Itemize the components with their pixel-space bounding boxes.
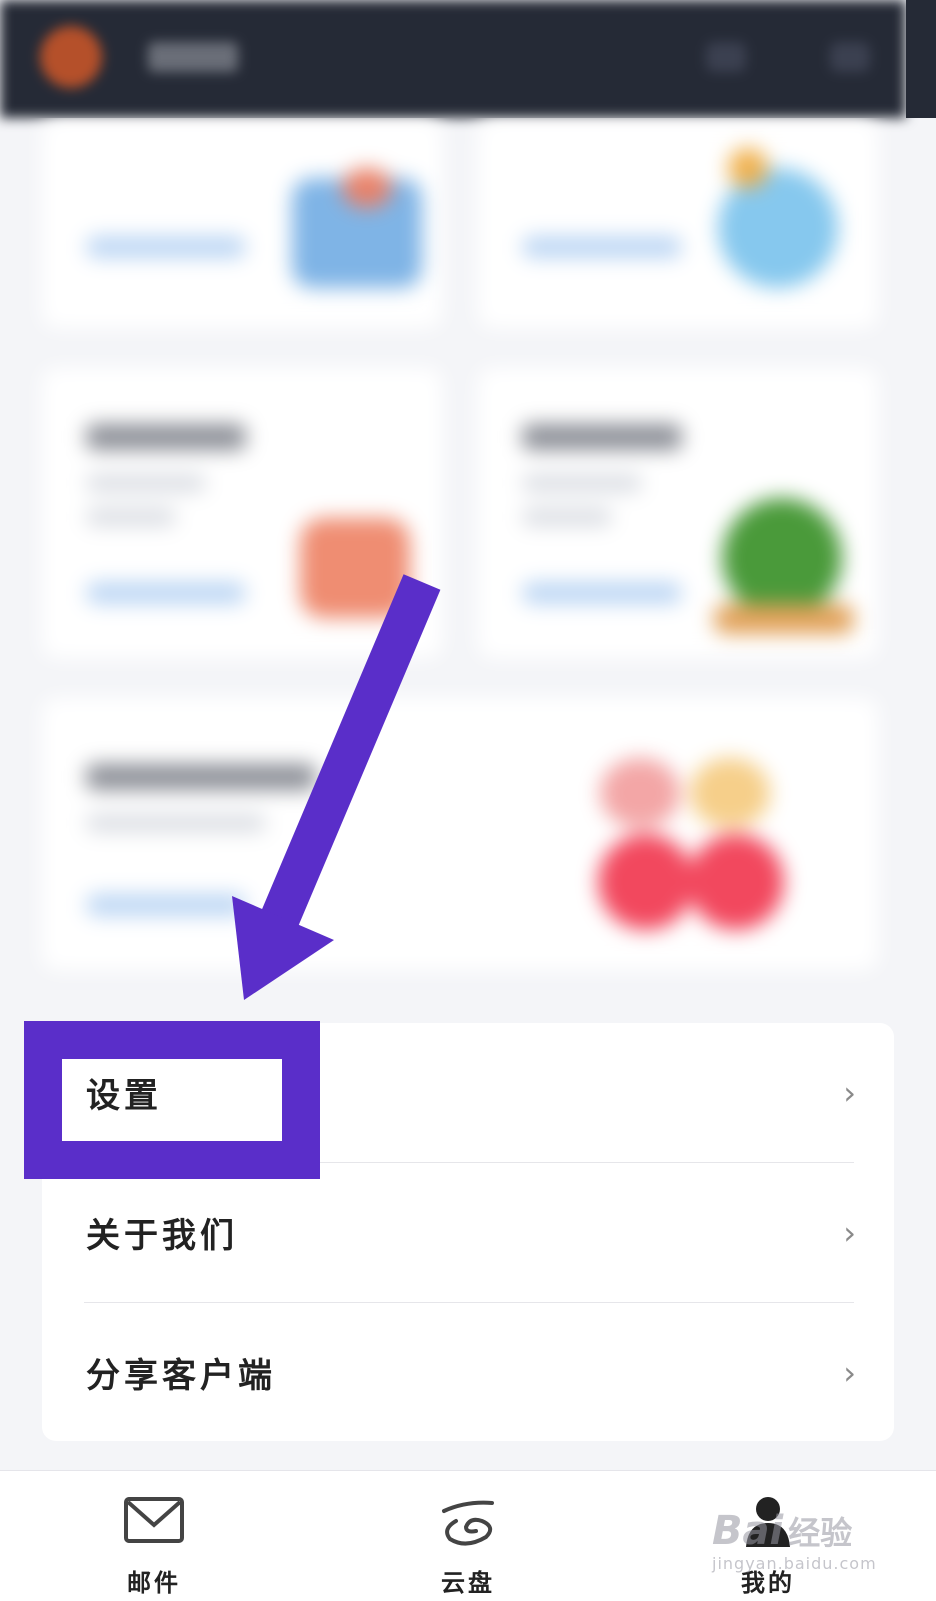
mail-icon: [124, 1497, 184, 1543]
cloud-drive-icon: [442, 1500, 494, 1546]
nav-cloud-drive[interactable]: 云盘: [388, 1471, 548, 1601]
nav-mail[interactable]: 邮件: [74, 1471, 234, 1601]
nav-label: 邮件: [127, 1568, 181, 1597]
annotation-arrow-icon: [232, 574, 441, 1000]
baidu-jingyan-watermark: Bai 经验 jingyan.baidu.com: [712, 1508, 877, 1573]
nav-label: 云盘: [441, 1568, 495, 1597]
